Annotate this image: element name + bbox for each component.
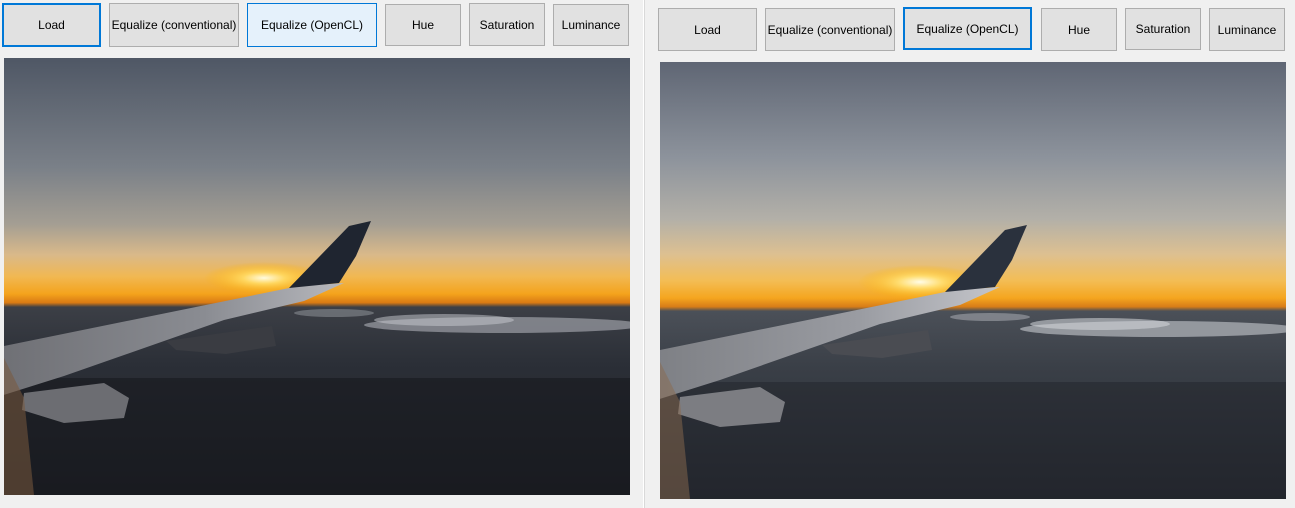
right-load-label: Load [694, 22, 721, 37]
right-equalize-opencl-button[interactable]: Equalize (OpenCL) [903, 7, 1032, 50]
left-luminance-button[interactable]: Luminance [553, 4, 629, 46]
right-luminance-button[interactable]: Luminance [1209, 8, 1285, 51]
left-equalize-opencl-label: Equalize (OpenCL) [260, 18, 364, 32]
left-image-view [4, 58, 630, 495]
sunset-airplane-wing-photo-icon [4, 58, 630, 495]
left-load-label: Load [38, 18, 65, 32]
right-equalize-conventional-button[interactable]: Equalize (conventional) [765, 8, 895, 51]
right-equalize-opencl-label: Equalize (OpenCL) [916, 21, 1019, 36]
right-load-button[interactable]: Load [658, 8, 757, 51]
left-equalize-conventional-button[interactable]: Equalize (conventional) [109, 3, 239, 47]
right-hue-label: Hue [1067, 22, 1090, 37]
right-saturation-label: Saturation [1135, 22, 1191, 36]
pane-divider [643, 0, 645, 508]
right-equalize-conventional-label: Equalize (conventional) [767, 22, 893, 37]
left-equalize-conventional-label: Equalize (conventional) [111, 18, 237, 32]
left-equalize-opencl-button[interactable]: Equalize (OpenCL) [247, 3, 377, 47]
right-hue-button[interactable]: Hue [1041, 8, 1117, 51]
left-saturation-label: Saturation [479, 17, 535, 32]
left-hue-label: Hue [411, 18, 434, 32]
right-image-view [660, 62, 1286, 499]
left-load-button[interactable]: Load [2, 3, 101, 47]
right-saturation-button[interactable]: Saturation [1125, 8, 1201, 50]
sunset-airplane-wing-photo-equalized-icon [660, 62, 1286, 499]
left-hue-button[interactable]: Hue [385, 4, 461, 46]
right-luminance-label: Luminance [1217, 22, 1277, 37]
left-saturation-button[interactable]: Saturation [469, 3, 545, 46]
left-luminance-label: Luminance [561, 18, 621, 32]
